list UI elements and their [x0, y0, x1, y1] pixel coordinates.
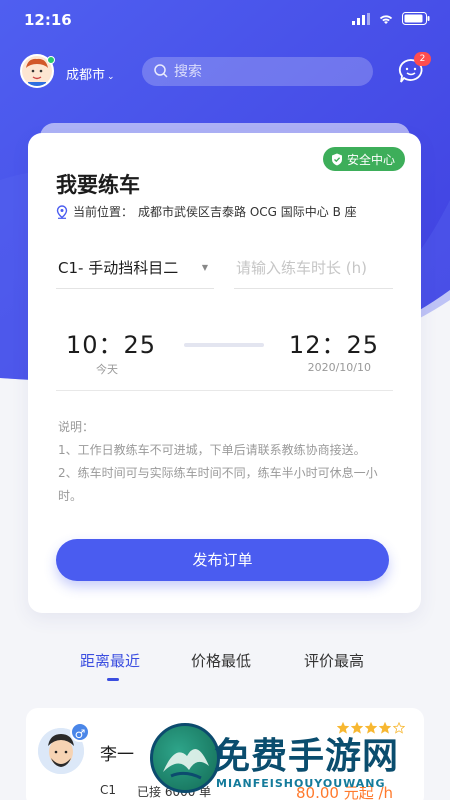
message-count-badge: 2: [414, 52, 431, 66]
start-time[interactable]: 10：25: [66, 325, 156, 360]
duration-field[interactable]: [234, 251, 393, 289]
end-time[interactable]: 12：25: [289, 325, 379, 360]
top-bar: 成都市⌄ 2: [0, 52, 450, 92]
city-selector[interactable]: 成都市 ⌄: [66, 64, 115, 83]
notes: 说明： 1、工作日教练车不可进城，下单后请联系教练协商接送。 2、练车时间可与实…: [58, 416, 398, 508]
end-date: 2020/10/10: [307, 361, 371, 374]
wifi-icon: [379, 14, 393, 24]
notes-line-1: 1、工作日教练车不可进城，下单后请联系教练协商接送。: [58, 443, 366, 457]
duration-input[interactable]: [236, 255, 391, 281]
active-tab-indicator: [107, 678, 119, 681]
status-bar: 12:16: [0, 0, 450, 40]
watermark-subtitle: MIANFEISHOUYOUWANG: [216, 777, 386, 790]
safety-center-button[interactable]: 安全中心: [322, 147, 405, 171]
tab-lowest-price[interactable]: 价格最低: [191, 650, 251, 671]
location-prefix: 当前位置：: [73, 205, 134, 219]
male-icon: ♂: [70, 722, 90, 742]
time-range: 10：25 今天 12：25 2020/10/10: [56, 321, 393, 391]
search-input[interactable]: [174, 61, 354, 82]
watermark-title: 免费手游网: [214, 736, 400, 777]
mountain-logo-icon: [163, 748, 209, 780]
start-date: 今天: [96, 363, 118, 376]
notes-heading: 说明：: [58, 420, 95, 434]
chevron-down-icon: ⌄: [107, 72, 115, 82]
tab-nearest[interactable]: 距离最近: [80, 650, 140, 671]
practice-request-card: 安全中心 我要练车 当前位置： 成都市武侯区吉泰路 OCG 国际中心 B 座 C…: [28, 133, 421, 613]
publish-order-button[interactable]: 发布订单: [56, 539, 389, 581]
current-location: 当前位置： 成都市武侯区吉泰路 OCG 国际中心 B 座: [56, 203, 357, 220]
subject-select[interactable]: C1- 手动挡科目二 ▼: [56, 251, 214, 289]
city-label: 成都市: [66, 68, 106, 83]
status-time: 12:16: [24, 11, 72, 29]
safety-center-label: 安全中心: [346, 152, 395, 167]
shield-check-icon: [331, 153, 342, 165]
caret-down-icon: ▼: [201, 263, 208, 272]
time-range-divider: [184, 343, 264, 347]
card-title: 我要练车: [56, 173, 140, 197]
coach-name: 李一: [100, 745, 134, 765]
tab-top-rated[interactable]: 评价最高: [304, 650, 364, 671]
practice-fields: C1- 手动挡科目二 ▼: [56, 251, 393, 289]
location-pin-icon: [56, 204, 68, 219]
notes-line-2: 2、练车时间可与实际练车时间不同，练车半小时可休息一小时。: [58, 466, 378, 503]
online-status-dot: [47, 56, 55, 64]
sort-tabs: 距离最近 价格最低 评价最高: [0, 650, 450, 686]
search-icon: [154, 64, 168, 78]
location-value: 成都市武侯区吉泰路 OCG 国际中心 B 座: [138, 205, 357, 219]
watermark: 免费手游网 MIANFEISHOUYOUWANG: [150, 715, 450, 800]
status-icons: [352, 12, 430, 25]
search-bar[interactable]: [142, 57, 373, 86]
signal-icon: [352, 12, 370, 25]
battery-icon: [402, 12, 430, 25]
watermark-logo: [150, 723, 220, 793]
subject-select-value: C1- 手动挡科目二: [58, 259, 179, 277]
coach-license: C1: [100, 783, 117, 797]
